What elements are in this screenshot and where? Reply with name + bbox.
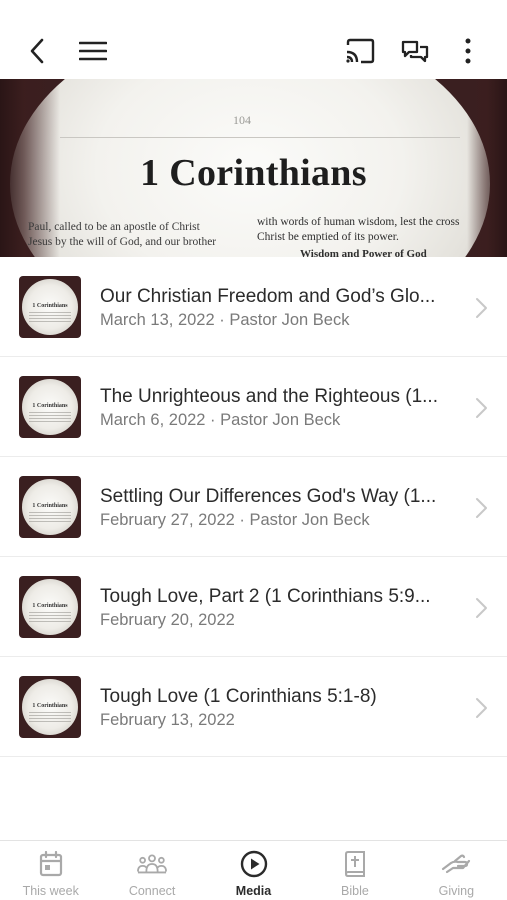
chevron-left-icon xyxy=(30,38,44,64)
thumbnail-title: 1 Corinthians xyxy=(32,303,68,309)
hero-text-right-line1: with words of human wisdom, lest the cro… xyxy=(257,216,460,228)
sermon-subtitle: March 6, 2022 · Pastor Jon Beck xyxy=(100,411,341,429)
series-hero-image: 104 1 Corinthians Paul, called to be an … xyxy=(0,79,507,257)
sermon-title: Tough Love (1 Corinthians 5:1-8) xyxy=(100,686,377,707)
tab-this-week[interactable]: This week xyxy=(0,841,101,900)
sermon-list-item[interactable]: 1 Corinthians Settling Our Differences G… xyxy=(0,457,507,557)
sermon-thumbnail: 1 Corinthians xyxy=(19,576,81,638)
thumbnail-text-lines xyxy=(29,312,71,322)
chevron-right-icon xyxy=(476,398,487,418)
thumbnail-title: 1 Corinthians xyxy=(32,703,68,709)
thumbnail-title: 1 Corinthians xyxy=(32,603,68,609)
bottom-tab-bar: This week Connect Media Bible Giving xyxy=(0,840,507,900)
calendar-icon xyxy=(36,850,66,878)
giving-hand-icon xyxy=(441,850,471,878)
sermon-list-item[interactable]: 1 Corinthians Tough Love, Part 2 (1 Cori… xyxy=(0,557,507,657)
tab-connect[interactable]: Connect xyxy=(101,841,202,900)
chevron-right-icon xyxy=(476,298,487,318)
chevron-right-icon xyxy=(476,598,487,618)
more-options-button[interactable] xyxy=(448,31,488,71)
hero-page-number: 104 xyxy=(233,113,251,127)
hero-text-left: Paul, called to be an apostle of Christ … xyxy=(28,220,248,250)
thumbnail-text-lines xyxy=(29,612,71,622)
sermon-list-item[interactable]: 1 Corinthians The Unrighteous and the Ri… xyxy=(0,357,507,457)
tab-label: This week xyxy=(22,884,79,898)
sermon-title: Settling Our Differences God's Way (1... xyxy=(100,486,437,507)
play-circle-icon xyxy=(239,850,269,878)
bible-icon xyxy=(340,850,370,878)
tab-media[interactable]: Media xyxy=(203,841,304,900)
thumbnail-title: 1 Corinthians xyxy=(32,503,68,509)
chevron-right-icon xyxy=(476,698,487,718)
people-group-icon xyxy=(137,850,168,878)
menu-button[interactable] xyxy=(73,31,113,71)
chevron-right-icon xyxy=(476,498,487,518)
sermon-title: Our Christian Freedom and God’s Glo... xyxy=(100,286,436,307)
sermon-list: 1 Corinthians Our Christian Freedom and … xyxy=(0,257,507,757)
sermon-subtitle: February 20, 2022 xyxy=(100,611,235,629)
tab-label: Bible xyxy=(341,884,369,898)
cast-button[interactable] xyxy=(340,31,380,71)
sermon-title: Tough Love, Part 2 (1 Corinthians 5:9... xyxy=(100,586,431,607)
status-bar xyxy=(0,0,507,24)
thumbnail-title: 1 Corinthians xyxy=(32,403,68,409)
sermon-subtitle: March 13, 2022 · Pastor Jon Beck xyxy=(100,311,350,329)
sermon-thumbnail: 1 Corinthians xyxy=(19,676,81,738)
top-navigation-bar xyxy=(0,24,507,79)
tab-label: Giving xyxy=(438,884,475,898)
tab-label: Media xyxy=(235,884,272,898)
sermon-thumbnail: 1 Corinthians xyxy=(19,276,81,338)
sermon-thumbnail: 1 Corinthians xyxy=(19,376,81,438)
hero-text-left-line2: Jesus by the will of God, and our brothe… xyxy=(28,236,217,248)
sermon-subtitle: February 13, 2022 xyxy=(100,711,235,729)
chat-button[interactable] xyxy=(395,31,435,71)
sermon-thumbnail: 1 Corinthians xyxy=(19,476,81,538)
more-vertical-icon xyxy=(465,38,471,64)
hero-sub-heading: Wisdom and Power of God xyxy=(300,248,427,257)
back-button[interactable] xyxy=(17,31,57,71)
chat-bubbles-icon xyxy=(401,40,429,63)
sermon-list-item[interactable]: 1 Corinthians Our Christian Freedom and … xyxy=(0,257,507,357)
sermon-title: The Unrighteous and the Righteous (1... xyxy=(100,386,438,407)
thumbnail-text-lines xyxy=(29,412,71,422)
thumbnail-text-lines xyxy=(29,512,71,522)
sermon-subtitle: February 27, 2022 · Pastor Jon Beck xyxy=(100,511,370,529)
cast-icon xyxy=(346,38,375,64)
hero-text-right: with words of human wisdom, lest the cro… xyxy=(257,215,497,245)
tab-bible[interactable]: Bible xyxy=(304,841,405,900)
hero-title: 1 Corinthians xyxy=(140,152,367,194)
thumbnail-text-lines xyxy=(29,712,71,722)
sermon-list-item[interactable]: 1 Corinthians Tough Love (1 Corinthians … xyxy=(0,657,507,757)
hero-text-left-line1: Paul, called to be an apostle of Christ xyxy=(28,221,200,233)
hero-text-right-line2: Christ be emptied of its power. xyxy=(257,231,399,243)
hero-rule xyxy=(60,137,460,138)
hamburger-menu-icon xyxy=(79,41,107,61)
tab-giving[interactable]: Giving xyxy=(406,841,507,900)
tab-label: Connect xyxy=(128,884,176,898)
